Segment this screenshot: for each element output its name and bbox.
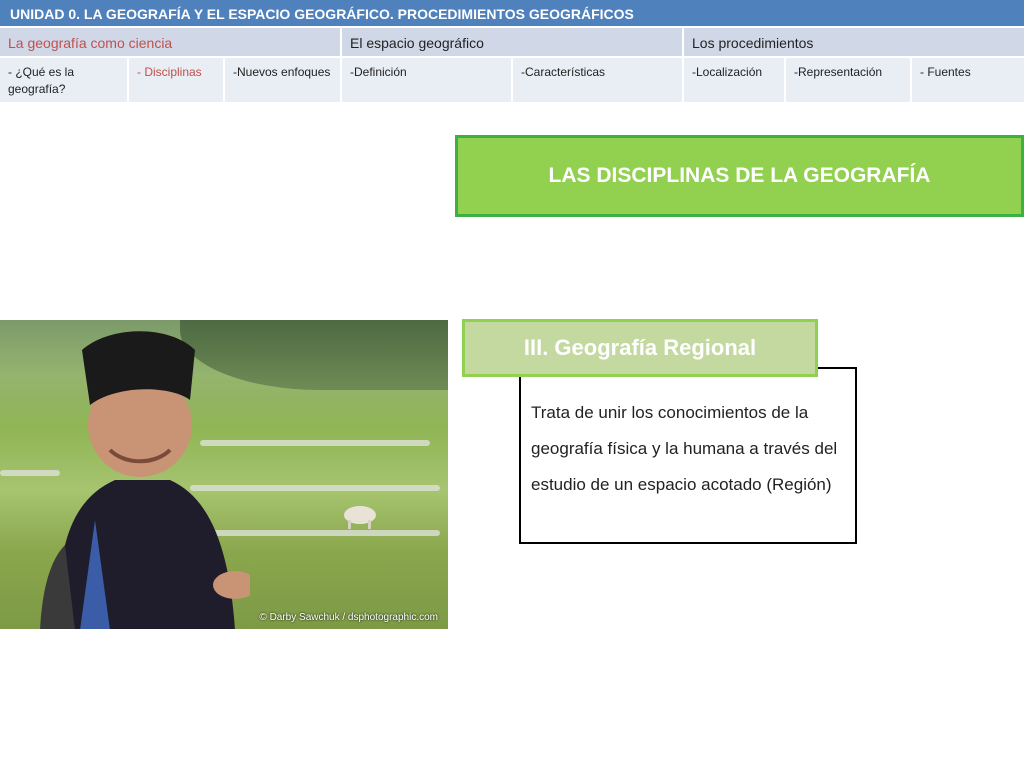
unit-navigation: UNIDAD 0. LA GEOGRAFÍA Y EL ESPACIO GEOG…	[0, 0, 1024, 104]
subsection-disciplinas[interactable]: - Disciplinas	[129, 58, 225, 104]
subsection-definicion[interactable]: -Definición	[342, 58, 513, 104]
unit-title: UNIDAD 0. LA GEOGRAFÍA Y EL ESPACIO GEOG…	[0, 0, 1024, 28]
regional-description-box: Trata de unir los conocimientos de la ge…	[519, 367, 857, 544]
section-geografia-ciencia[interactable]: La geografía como ciencia	[0, 28, 342, 58]
section-procedimientos[interactable]: Los procedimientos	[684, 28, 1024, 58]
subsection-nuevos-enfoques[interactable]: -Nuevos enfoques	[225, 58, 342, 104]
subsection-caracteristicas[interactable]: -Características	[513, 58, 684, 104]
goat-figure	[344, 506, 376, 529]
subsection-localizacion[interactable]: -Localización	[684, 58, 786, 104]
subsection-fuentes[interactable]: - Fuentes	[912, 58, 1024, 104]
photo-credit: © Darby Sawchuk / dsphotographic.com	[259, 612, 438, 623]
slide-title-banner: LAS DISCIPLINAS DE LA GEOGRAFÍA	[455, 135, 1024, 217]
subsection-row: - ¿Qué es la geografía? - Disciplinas -N…	[0, 58, 1024, 104]
landscape-photo: © Darby Sawchuk / dsphotographic.com	[0, 320, 448, 629]
section-espacio-geografico[interactable]: El espacio geográfico	[342, 28, 684, 58]
regional-description: Trata de unir los conocimientos de la ge…	[531, 403, 838, 494]
section-row: La geografía como ciencia El espacio geo…	[0, 28, 1024, 58]
subsection-que-es[interactable]: - ¿Qué es la geografía?	[0, 58, 129, 104]
regional-heading: III. Geografía Regional	[462, 319, 818, 377]
subsection-representacion[interactable]: -Representación	[786, 58, 912, 104]
woman-figure	[40, 331, 250, 629]
